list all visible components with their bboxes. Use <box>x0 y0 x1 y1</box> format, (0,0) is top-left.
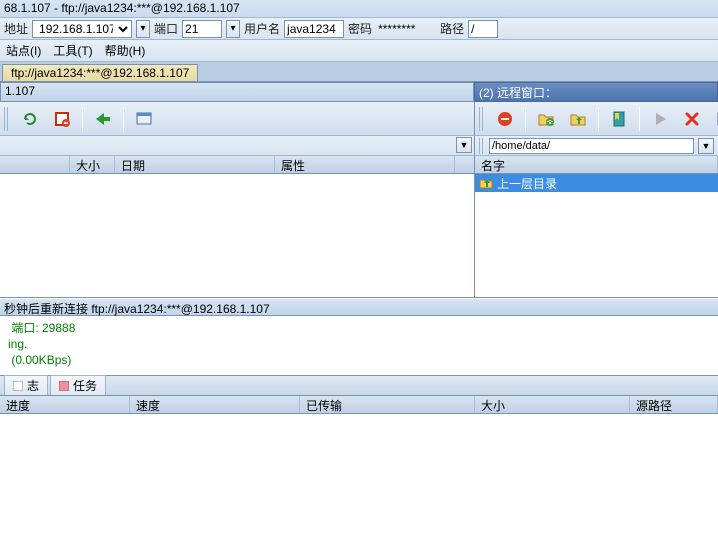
col-attr[interactable]: 属性 <box>275 156 455 173</box>
settings-button[interactable] <box>712 107 718 131</box>
log-line: ing. <box>8 336 710 352</box>
bookmark-button[interactable] <box>607 107 631 131</box>
menu-site[interactable]: 站点(I) <box>6 42 41 59</box>
transfer-columns: 进度 速度 已传输 大小 源路径 <box>0 396 718 414</box>
col-date[interactable]: 日期 <box>115 156 275 173</box>
new-folder-button[interactable] <box>534 107 558 131</box>
col-name[interactable] <box>0 156 70 173</box>
bottom-tab-strip: 志 任务 <box>0 376 718 396</box>
delete-button[interactable] <box>680 107 704 131</box>
path-bars: ▼ ▼ <box>0 136 718 156</box>
stop-button[interactable] <box>50 107 74 131</box>
local-file-pane[interactable] <box>0 174 474 298</box>
password-input[interactable] <box>376 20 436 38</box>
address-label: 地址 <box>4 20 28 37</box>
upload-button[interactable] <box>91 107 115 131</box>
col-source-path[interactable]: 源路径 <box>630 396 718 413</box>
log-tab-icon <box>13 381 23 391</box>
column-headers: 大小 日期 属性 名字 <box>0 156 718 174</box>
address-dropdown-icon[interactable]: ▾ <box>136 20 150 38</box>
path-input[interactable] <box>468 20 498 38</box>
folder-up-button[interactable] <box>566 107 590 131</box>
password-label: 密码 <box>348 20 372 37</box>
refresh-button[interactable] <box>18 107 42 131</box>
session-tab-strip: ftp://java1234:***@192.168.1.107 <box>0 62 718 82</box>
local-path-bar: ▼ <box>0 136 474 156</box>
tab-tasks[interactable]: 任务 <box>50 375 106 395</box>
toolbar-grip-icon <box>4 107 10 131</box>
toolbar-separator <box>82 107 83 131</box>
log-area[interactable]: 端口: 29888 ing. (0.00KBps) <box>0 316 718 376</box>
tasks-tab-icon <box>59 381 69 391</box>
session-tab[interactable]: ftp://java1234:***@192.168.1.107 <box>2 64 198 81</box>
toolbar-separator <box>639 107 640 131</box>
toolbar-separator <box>598 107 599 131</box>
user-input[interactable] <box>284 20 344 38</box>
title-bar: 68.1.107 - ftp://java1234:***@192.168.1.… <box>0 0 718 18</box>
port-label: 端口 <box>154 20 178 37</box>
folder-up-icon <box>479 176 493 190</box>
play-button[interactable] <box>648 107 672 131</box>
parent-dir-row[interactable]: 上一层目录 <box>475 174 718 192</box>
toolbar-separator <box>123 107 124 131</box>
explorer-button[interactable] <box>132 107 156 131</box>
remote-file-pane[interactable]: 上一层目录 <box>474 174 718 298</box>
menu-bar: 站点(I) 工具(T) 帮助(H) <box>0 40 718 62</box>
local-toolbar <box>0 102 474 136</box>
port-input[interactable] <box>182 20 222 38</box>
remote-path-dropdown-icon[interactable]: ▼ <box>698 138 714 154</box>
log-line: (0.00KBps) <box>8 352 710 368</box>
path-grip-icon <box>479 138 485 154</box>
toolbar-separator <box>525 107 526 131</box>
local-path-dropdown-icon[interactable]: ▼ <box>456 137 472 153</box>
address-combo[interactable]: 192.168.1.107 <box>32 20 132 38</box>
address-bar: 地址 192.168.1.107 ▾ 端口 ▾ 用户名 密码 路径 <box>0 18 718 40</box>
file-panes: 上一层目录 <box>0 174 718 298</box>
transfer-area[interactable] <box>0 414 718 510</box>
toolbar-grip-icon <box>479 107 485 131</box>
status-text: 秒钟后重新连接 ftp://java1234:***@192.168.1.107 <box>4 302 270 316</box>
window-title: 68.1.107 - ftp://java1234:***@192.168.1.… <box>4 1 240 15</box>
menu-help[interactable]: 帮助(H) <box>105 42 146 59</box>
col-transferred[interactable]: 已传输 <box>300 396 475 413</box>
pane-headers: 1.107 (2) 远程窗口：ftp://java1234:***@192.16… <box>0 82 718 102</box>
tab-tasks-label: 任务 <box>73 377 97 394</box>
tab-log-label: 志 <box>27 377 39 394</box>
disconnect-button[interactable] <box>493 107 517 131</box>
remote-pane-title: (2) 远程窗口：ftp://java1234:***@192.168.1.10… <box>474 82 718 102</box>
col-speed[interactable]: 速度 <box>130 396 300 413</box>
remote-toolbar <box>474 102 718 136</box>
tab-log[interactable]: 志 <box>4 375 48 395</box>
log-line: 端口: 29888 <box>8 320 710 336</box>
col-progress[interactable]: 进度 <box>0 396 130 413</box>
local-pane-title: 1.107 <box>0 82 474 102</box>
remote-path-bar: ▼ <box>474 136 718 156</box>
col-size[interactable]: 大小 <box>70 156 115 173</box>
status-bar: 秒钟后重新连接 ftp://java1234:***@192.168.1.107 <box>0 298 718 316</box>
user-label: 用户名 <box>244 20 280 37</box>
remote-path-input[interactable] <box>489 138 694 154</box>
parent-dir-label: 上一层目录 <box>497 175 557 192</box>
port-dropdown-icon[interactable]: ▾ <box>226 20 240 38</box>
remote-column-headers: 名字 <box>474 156 718 174</box>
col-remote-name[interactable]: 名字 <box>475 156 718 173</box>
menu-tools[interactable]: 工具(T) <box>53 42 92 59</box>
col-xfer-size[interactable]: 大小 <box>475 396 630 413</box>
path-label: 路径 <box>440 20 464 37</box>
local-column-headers: 大小 日期 属性 <box>0 156 474 174</box>
toolbars <box>0 102 718 136</box>
